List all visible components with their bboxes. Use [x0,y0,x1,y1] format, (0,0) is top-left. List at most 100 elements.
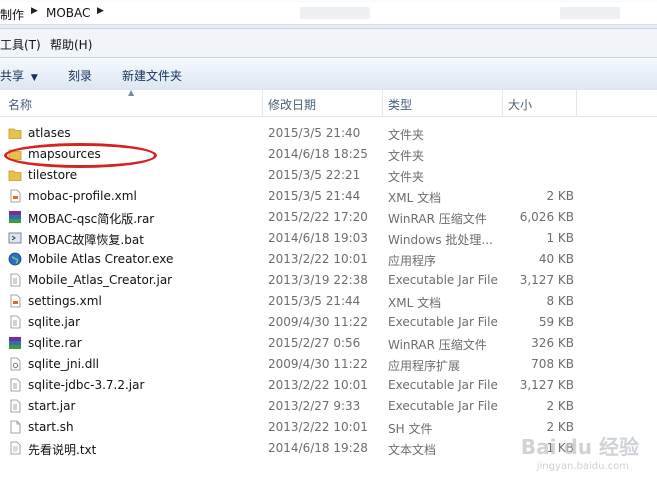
column-divider[interactable] [262,90,263,116]
txt-file-icon [10,441,21,455]
xml-file-icon [10,189,21,203]
blurred-area [560,7,620,19]
file-name: tilestore [28,168,78,182]
file-size: 708 KB [531,357,574,371]
file-name: MOBAC故障恢复.bat [28,233,144,247]
chevron-down-icon: ▼ [30,73,38,83]
column-divider[interactable] [502,90,503,116]
breadcrumb-arrow-icon[interactable]: ▶ [97,6,104,16]
file-date: 2015/2/27 0:56 [268,336,361,350]
menu-bar: 工具(T) 帮助(H) [0,29,657,57]
file-size: 3,127 KB [519,378,574,392]
menu-help[interactable]: 帮助(H) [50,36,92,53]
file-row[interactable]: Mobile Atlas Creator.exe 2013/2/22 10:01… [0,249,657,270]
file-name: sqlite-jdbc-3.7.2.jar [28,378,145,392]
column-header: ▲ 名称 修改日期 类型 大小 [0,88,657,117]
baidu-watermark-url: jingyan.baidu.com [536,461,629,472]
file-date: 2015/3/5 22:21 [268,168,361,182]
file-date: 2013/2/27 9:33 [268,399,361,413]
baidu-watermark: Bai du 经验 [520,435,639,459]
file-date: 2015/3/5 21:40 [268,126,361,140]
file-type: Executable Jar File [388,378,498,392]
column-type[interactable]: 类型 [388,96,412,113]
file-name: sqlite.rar [28,336,82,350]
file-date: 2013/2/22 10:01 [268,252,368,266]
file-type: 文件夹 [388,128,425,142]
bat-file-icon [8,232,22,244]
file-type: Executable Jar File [388,273,498,287]
file-row[interactable]: MOBAC故障恢复.bat 2014/6/18 19:03 Windows 批处… [0,228,657,249]
jar-file-icon [10,315,21,329]
column-size[interactable]: 大小 [508,96,532,113]
address-box[interactable]: 制作 ▶ MOBAC ▶ [0,2,657,25]
file-type: XML 文档 [388,296,442,310]
file-date: 2014/6/18 19:03 [268,231,368,245]
file-size: 1 KB [546,231,574,245]
file-name: MOBAC-qsc简化版.rar [28,212,155,226]
file-row[interactable]: start.jar 2013/2/27 9:33 Executable Jar … [0,396,657,417]
jar-file-icon [10,273,21,287]
jar-file-icon [10,399,21,413]
column-divider[interactable] [576,90,577,116]
file-row[interactable]: tilestore 2015/3/5 22:21 文件夹 [0,165,657,186]
file-size: 2 KB [546,189,574,203]
file-date: 2009/4/30 11:22 [268,315,368,329]
file-row[interactable]: mobac-profile.xml 2015/3/5 21:44 XML 文档 … [0,186,657,207]
file-size: 326 KB [531,336,574,350]
file-type: 文本文档 [388,443,437,457]
folder-icon [8,128,22,139]
address-bar: 制作 ▶ MOBAC ▶ [0,0,657,29]
breadcrumb-current[interactable]: MOBAC [46,6,90,20]
new-folder-button[interactable]: 新建文件夹 [122,67,182,84]
file-type: SH 文件 [388,422,433,436]
file-row[interactable]: sqlite_jni.dll 2009/4/30 11:22 应用程序扩展 70… [0,354,657,375]
file-name: sqlite.jar [28,315,81,329]
file-name: settings.xml [28,294,102,308]
share-label: 共享 [0,69,25,83]
file-date: 2009/4/30 11:22 [268,357,368,371]
menu-tools[interactable]: 工具(T) [0,36,41,53]
file-size: 59 KB [538,315,574,329]
file-name: mobac-profile.xml [28,189,137,203]
file-row[interactable]: sqlite.jar 2009/4/30 11:22 Executable Ja… [0,312,657,333]
rar-file-icon [9,337,21,349]
file-date: 2013/3/19 22:38 [268,273,368,287]
file-date: 2014/6/18 19:28 [268,441,368,455]
column-divider[interactable] [382,90,383,116]
blurred-area [300,7,370,19]
file-row[interactable]: sqlite.rar 2015/2/27 0:56 WinRAR 压缩文件 32… [0,333,657,354]
file-name: start.sh [28,420,74,434]
file-date: 2014/6/18 18:25 [268,147,368,161]
file-type: 应用程序扩展 [388,359,461,373]
file-date: 2013/2/22 10:01 [268,420,368,434]
command-bar: 共享 ▼ 刻录 新建文件夹 [0,57,657,91]
share-button[interactable]: 共享 ▼ [0,67,38,84]
burn-button[interactable]: 刻录 [68,67,92,84]
file-type: 文件夹 [388,170,425,184]
breadcrumb-parent[interactable]: 制作 [0,6,24,23]
sort-ascending-icon: ▲ [128,88,135,97]
file-name: atlases [28,126,71,140]
file-name: sqlite_jni.dll [28,357,99,371]
rar-file-icon [9,211,21,223]
breadcrumb-arrow-icon[interactable]: ▶ [31,6,38,16]
file-row[interactable]: MOBAC-qsc简化版.rar 2015/2/22 17:20 WinRAR … [0,207,657,228]
column-name[interactable]: 名称 [8,96,32,113]
file-size: 40 KB [538,252,574,266]
file-row[interactable]: Mobile_Atlas_Creator.jar 2013/3/19 22:38… [0,270,657,291]
file-date: 2015/2/22 17:20 [268,210,368,224]
file-type: XML 文档 [388,191,442,205]
file-row[interactable]: settings.xml 2015/3/5 21:44 XML 文档 8 KB [0,291,657,312]
file-size: 6,026 KB [519,210,574,224]
file-type: Windows 批处理... [388,233,493,247]
file-type: WinRAR 压缩文件 [388,212,487,226]
file-date: 2015/3/5 21:44 [268,189,361,203]
file-type: 应用程序 [388,254,437,268]
file-row[interactable]: atlases 2015/3/5 21:40 文件夹 [0,123,657,144]
jar-file-icon [10,378,21,392]
xml-file-icon [10,294,21,308]
file-size: 3,127 KB [519,273,574,287]
file-row[interactable]: sqlite-jdbc-3.7.2.jar 2013/2/22 10:01 Ex… [0,375,657,396]
folder-icon [8,170,22,181]
column-modified[interactable]: 修改日期 [268,96,316,113]
